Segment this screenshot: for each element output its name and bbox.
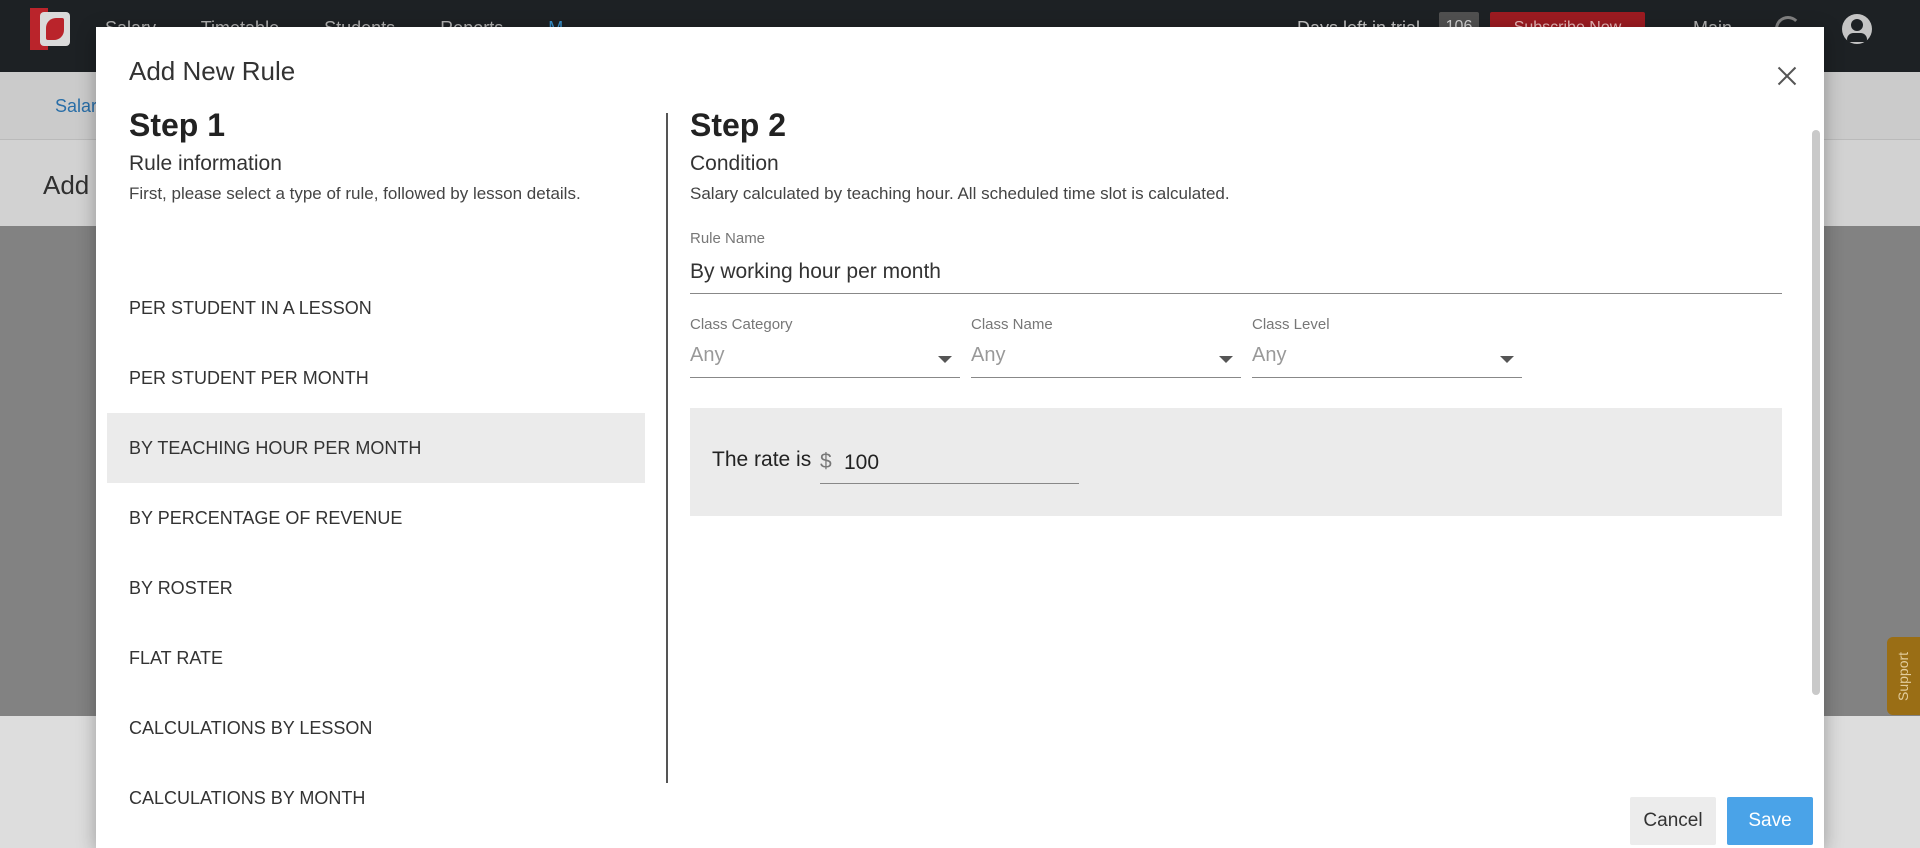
- class-name-select[interactable]: Any: [971, 342, 1241, 378]
- rule-name-label: Rule Name: [690, 230, 766, 247]
- class-category-value: Any: [690, 344, 725, 366]
- rule-name-input[interactable]: By working hour per month: [690, 258, 1782, 294]
- save-button[interactable]: Save: [1727, 797, 1813, 845]
- currency-symbol: $: [820, 450, 832, 473]
- rate-input[interactable]: $ 100: [820, 442, 1079, 484]
- rule-type-item[interactable]: CALCULATIONS BY LESSON: [107, 693, 645, 763]
- rule-name-value: By working hour per month: [690, 260, 941, 283]
- dialog-title: Add New Rule: [129, 56, 296, 86]
- class-level-value: Any: [1252, 344, 1287, 366]
- step2-heading: Step 2: [690, 107, 787, 143]
- class-level-label: Class Level: [1252, 316, 1330, 333]
- step2-description: Salary calculated by teaching hour. All …: [690, 184, 1230, 203]
- rate-label: The rate is: [712, 448, 812, 471]
- chevron-down-icon: [1219, 356, 1233, 363]
- chevron-down-icon: [1500, 356, 1514, 363]
- add-rule-dialog: Add New Rule Step 1 Rule information Fir…: [96, 27, 1824, 848]
- dialog-scrollbar[interactable]: [1812, 130, 1820, 695]
- step-divider: [666, 113, 668, 783]
- rule-type-item[interactable]: FLAT RATE: [107, 623, 645, 693]
- step1-subheading: Rule information: [129, 152, 282, 175]
- class-level-select[interactable]: Any: [1252, 342, 1522, 378]
- cancel-button[interactable]: Cancel: [1630, 797, 1716, 845]
- class-category-select[interactable]: Any: [690, 342, 960, 378]
- rule-type-item[interactable]: CALCULATIONS BY MONTH: [107, 763, 645, 833]
- chevron-down-icon: [938, 356, 952, 363]
- rule-type-item[interactable]: PER STUDENT IN A LESSON: [107, 273, 645, 343]
- rule-type-item[interactable]: PER STUDENT PER MONTH: [107, 343, 645, 413]
- class-category-label: Class Category: [690, 316, 793, 333]
- rule-type-item[interactable]: BY PERCENTAGE OF REVENUE: [107, 483, 645, 553]
- step1-heading: Step 1: [129, 107, 226, 143]
- class-name-label: Class Name: [971, 316, 1053, 333]
- rule-type-item[interactable]: BY ROSTER: [107, 553, 645, 623]
- rate-value: 100: [844, 451, 880, 474]
- class-name-value: Any: [971, 344, 1006, 366]
- rule-type-item-selected[interactable]: BY TEACHING HOUR PER MONTH: [107, 413, 645, 483]
- step2-subheading: Condition: [690, 152, 779, 175]
- close-icon[interactable]: [1772, 61, 1802, 91]
- rule-type-list: PER STUDENT IN A LESSON PER STUDENT PER …: [107, 273, 645, 833]
- step1-description: First, please select a type of rule, fol…: [129, 184, 581, 203]
- rate-section: The rate is $ 100: [690, 408, 1782, 516]
